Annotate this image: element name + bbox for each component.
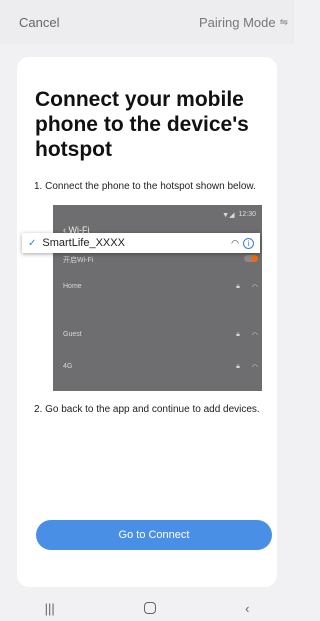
wifi-icon: ◠	[251, 332, 258, 339]
go-to-connect-button[interactable]: Go to Connect	[36, 520, 272, 550]
signal-icon: ▼◢	[222, 212, 235, 219]
swap-icon: ⇋	[279, 17, 288, 28]
status-time: 12:30	[238, 211, 256, 218]
check-icon: ✓	[28, 237, 37, 249]
lock-icon: 🔒︎	[236, 283, 240, 290]
top-bar: Cancel Pairing Mode ⇋	[0, 0, 294, 44]
info-icon: i	[243, 237, 254, 249]
network-row-4g: 4G 🔒︎ ◠	[63, 363, 258, 371]
system-nav-bar: ||| ‹	[0, 595, 294, 621]
pairing-mode-button[interactable]: Pairing Mode ⇋	[199, 15, 288, 30]
lock-icon: 🔒︎	[236, 363, 240, 370]
lock-icon: 🔒︎	[236, 331, 240, 338]
pairing-mode-label: Pairing Mode	[199, 15, 276, 30]
hotspot-ssid-highlight: ✓ SmartLife_XXXX ◠ i	[22, 233, 260, 253]
wifi-icon: ◠	[231, 237, 239, 248]
back-button[interactable]: ‹	[245, 601, 249, 616]
page-title: Connect your mobile phone to the device'…	[35, 88, 249, 161]
instruction-card: Connect your mobile phone to the device'…	[17, 57, 277, 587]
ssid-label: SmartLife_XXXX	[42, 237, 125, 249]
recents-button[interactable]: |||	[45, 601, 55, 616]
network-row-guest: Guest 🔒︎ ◠	[63, 331, 258, 339]
status-bar: ▼◢ 12:30	[222, 211, 256, 219]
network-row-home: Home 🔒︎ ◠	[63, 283, 258, 291]
wifi-icon: ◠	[251, 284, 258, 291]
toggle-icon	[244, 255, 258, 262]
wifi-enable-row: 开启Wi-Fi	[63, 255, 258, 265]
step-2-text: 2. Go back to the app and continue to ad…	[34, 404, 260, 415]
wifi-icon: ◠	[251, 364, 258, 371]
home-button[interactable]	[143, 602, 156, 614]
cancel-button[interactable]: Cancel	[19, 15, 59, 30]
step-1-text: 1. Connect the phone to the hotspot show…	[34, 181, 256, 192]
